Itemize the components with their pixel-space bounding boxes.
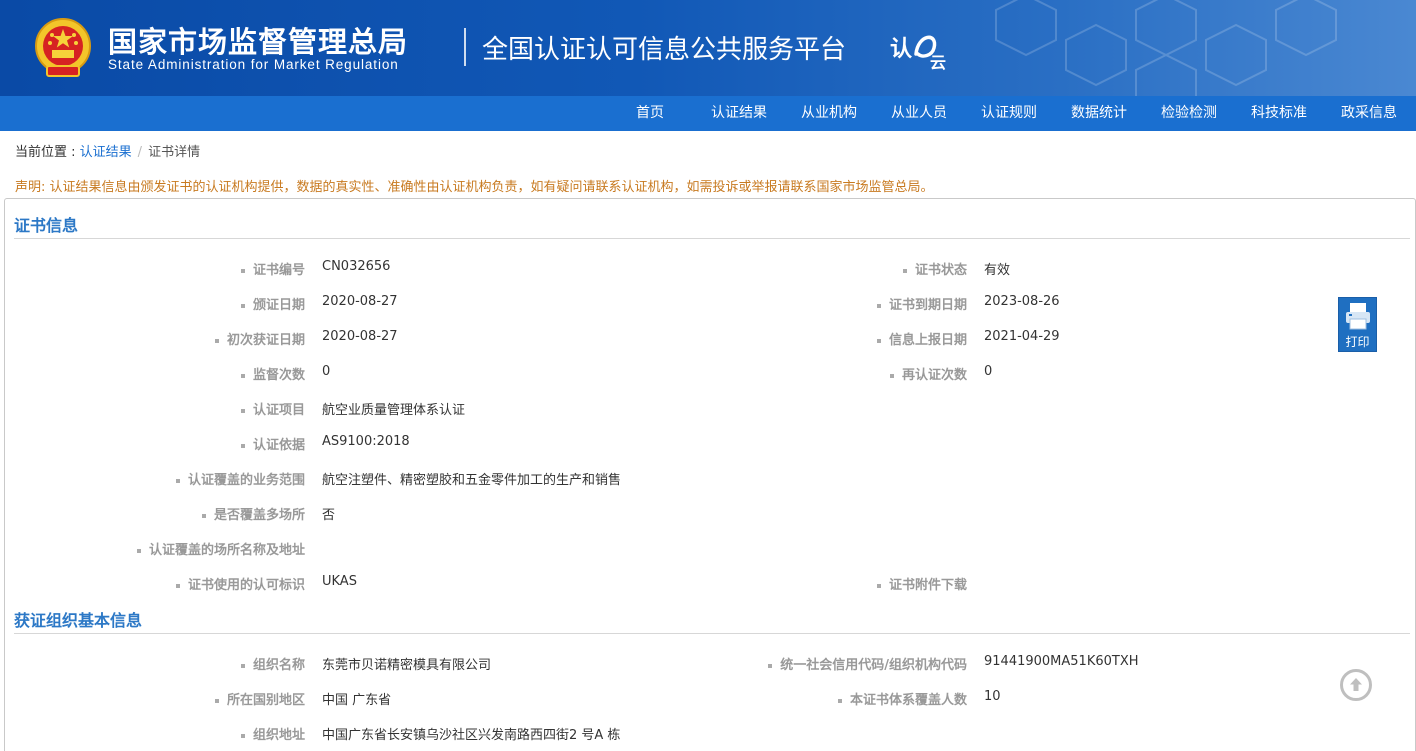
bullet-icon <box>240 303 245 308</box>
cert-label-first-date: 初次获证日期 <box>214 329 305 348</box>
org-label-headcount: 本证书体系覆盖人数 <box>837 689 967 708</box>
arrow-up-circle-icon <box>1350 678 1362 691</box>
cert-value-first-date: 2020-08-27 <box>322 329 398 344</box>
bullet-icon <box>175 583 180 588</box>
hexagon-pattern-icon <box>995 0 1337 96</box>
national-emblem-icon <box>35 18 91 77</box>
print-button[interactable]: 打印 <box>1338 297 1377 352</box>
cert-label-expiry-date: 证书到期日期 <box>876 294 967 313</box>
bullet-icon <box>240 663 245 668</box>
breadcrumb-separator: / <box>137 145 143 160</box>
cert-value-report-date: 2021-04-29 <box>984 329 1060 344</box>
nav-item-institutions[interactable]: 从业机构 <box>801 96 857 131</box>
bullet-icon <box>240 408 245 413</box>
cert-value-scope: 航空注塑件、精密塑胶和五金零件加工的生产和销售 <box>322 473 622 488</box>
nav-item-rules[interactable]: 认证规则 <box>981 96 1037 131</box>
print-button-label: 打印 <box>1345 335 1370 349</box>
nav-item-statistics[interactable]: 数据统计 <box>1071 96 1127 131</box>
bullet-icon <box>240 733 245 738</box>
header-banner: 国家市场监督管理总局 State Administration for Mark… <box>0 0 1416 96</box>
bullet-icon <box>240 373 245 378</box>
bullet-icon <box>240 443 245 448</box>
cert-label-scope: 认证覆盖的业务范围 <box>175 469 305 488</box>
cert-label-number: 证书编号 <box>240 259 305 278</box>
cert-value-accreditation-mark: UKAS <box>322 574 357 589</box>
bullet-icon <box>889 373 894 378</box>
cert-value-status: 有效 <box>984 263 1011 278</box>
header-divider <box>464 28 466 66</box>
cert-value-recert-count: 0 <box>984 364 993 379</box>
breadcrumb-prefix: 当前位置 : <box>15 145 80 160</box>
bullet-icon <box>768 663 773 668</box>
agency-title-en: State Administration for Market Regulati… <box>108 57 399 72</box>
cert-value-multi-site: 否 <box>322 508 336 523</box>
bullet-icon <box>837 698 842 703</box>
breadcrumb-current: 证书详情 <box>148 145 201 160</box>
cert-value-number: CN032656 <box>322 259 391 274</box>
cert-label-status: 证书状态 <box>902 259 967 278</box>
cert-label-recert-count: 再认证次数 <box>889 364 967 383</box>
section-divider <box>14 633 1410 634</box>
cert-label-issue-date: 颁证日期 <box>240 294 305 313</box>
breadcrumb: 当前位置 : 认证结果 / 证书详情 <box>15 141 200 160</box>
cert-value-basis: AS9100:2018 <box>322 434 410 449</box>
disclaimer-notice: 声明: 认证结果信息由颁发证书的认证机构提供，数据的真实性、准确性由认证机构负责… <box>15 180 934 195</box>
logo-char-yun: 云 <box>930 53 946 72</box>
bullet-icon <box>876 583 881 588</box>
nav-item-cert-results[interactable]: 认证结果 <box>711 96 767 131</box>
logo-char-ren: 认 <box>890 37 912 62</box>
org-value-credit-code: 91441900MA51K60TXH <box>984 654 1139 669</box>
section-title-org: 获证组织基本信息 <box>14 611 143 630</box>
bullet-icon <box>201 513 206 518</box>
cert-value-expiry-date: 2023-08-26 <box>984 294 1060 309</box>
org-value-headcount: 10 <box>984 689 1001 704</box>
bullet-icon <box>136 548 141 553</box>
section-divider <box>14 238 1410 239</box>
bullet-icon <box>214 338 219 343</box>
back-to-top-button[interactable] <box>1340 669 1372 701</box>
renyun-logo-icon: 认 云 <box>890 35 946 72</box>
cert-label-attachment-download[interactable]: 证书附件下载 <box>876 574 967 593</box>
main-nav: 首页 认证结果 从业机构 从业人员 认证规则 数据统计 检验检测 科技标准 政采… <box>0 96 1416 131</box>
nav-item-testing[interactable]: 检验检测 <box>1161 96 1217 131</box>
cert-value-issue-date: 2020-08-27 <box>322 294 398 309</box>
org-value-region: 中国 广东省 <box>322 693 392 708</box>
bullet-icon <box>876 303 881 308</box>
org-label-name: 组织名称 <box>240 654 305 673</box>
org-value-name: 东莞市贝诺精密模具有限公司 <box>322 658 492 673</box>
bullet-icon <box>214 698 219 703</box>
nav-item-procurement[interactable]: 政采信息 <box>1341 96 1397 131</box>
org-value-address: 中国广东省长安镇乌沙社区兴发南路西四街2 号A 栋 <box>322 728 621 743</box>
section-title-cert: 证书信息 <box>14 216 79 235</box>
printer-icon <box>1346 303 1370 330</box>
bullet-icon <box>240 268 245 273</box>
nav-item-standards[interactable]: 科技标准 <box>1251 96 1307 131</box>
cert-value-supervision-count: 0 <box>322 364 331 379</box>
content-panel: 证书信息 证书编号 CN032656 证书状态 有效 颁证日期 2020-08-… <box>4 198 1416 751</box>
breadcrumb-link-cert-results[interactable]: 认证结果 <box>80 145 132 160</box>
cert-label-multi-site: 是否覆盖多场所 <box>201 504 305 523</box>
nav-item-personnel[interactable]: 从业人员 <box>891 96 947 131</box>
org-label-region: 所在国别地区 <box>214 689 305 708</box>
nav-item-home[interactable]: 首页 <box>636 96 664 131</box>
cert-label-supervision-count: 监督次数 <box>240 364 305 383</box>
agency-title-cn: 国家市场监督管理总局 <box>108 25 409 59</box>
bullet-icon <box>175 478 180 483</box>
bullet-icon <box>902 268 907 273</box>
org-label-address: 组织地址 <box>240 724 305 743</box>
cert-label-report-date: 信息上报日期 <box>876 329 967 348</box>
cert-label-project: 认证项目 <box>240 399 305 418</box>
cert-label-basis: 认证依据 <box>240 434 305 453</box>
cert-label-accreditation-mark: 证书使用的认可标识 <box>175 574 305 593</box>
platform-title: 全国认证认可信息公共服务平台 <box>482 35 847 65</box>
cert-label-site-address: 认证覆盖的场所名称及地址 <box>136 539 305 558</box>
bullet-icon <box>876 338 881 343</box>
cert-value-project: 航空业质量管理体系认证 <box>322 403 466 418</box>
org-label-credit-code: 统一社会信用代码/组织机构代码 <box>768 654 967 673</box>
